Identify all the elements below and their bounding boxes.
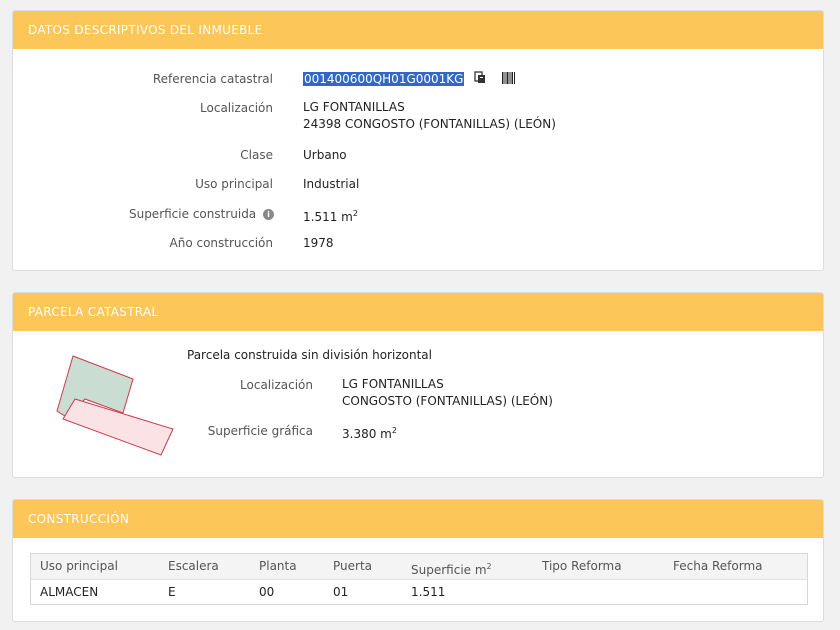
parcela-field-localizacion: Localización LG FONTANILLAS CONGOSTO (FO… [13, 376, 823, 412]
label-superficie-wrap: Superficie construida i [129, 205, 274, 223]
localizacion-line2: 24398 CONGOSTO (FONTANILLAS) (LEÓN) [303, 117, 556, 131]
label-anio: Año construcción [169, 236, 274, 250]
value-anio: 1978 [303, 236, 334, 250]
parcela-description: Parcela construida sin división horizont… [187, 348, 432, 362]
copy-icon[interactable] [474, 70, 486, 89]
barcode-icon[interactable] [502, 71, 516, 89]
panel-header-parcela: PARCELA CATASTRAL [13, 293, 823, 331]
col-puerta: Puerta [333, 559, 373, 573]
table-header: Uso principal Escalera Planta Puerta Sup… [31, 554, 807, 580]
field-localizacion: Localización LG FONTANILLAS 24398 CONGOS… [13, 99, 823, 135]
label-referencia: Referencia catastral [152, 72, 273, 86]
col-escalera: Escalera [168, 559, 219, 573]
parcela-field-superficie: Superficie gráfica 3.380 m2 [13, 422, 823, 443]
field-anio: Año construcción 1978 [13, 234, 823, 252]
field-referencia: Referencia catastral 001400600QH01G0001K… [13, 70, 823, 88]
value-superficie-wrap: 1.511 m2 [303, 205, 358, 226]
col-superficie-sup: 2 [486, 562, 492, 571]
info-icon[interactable]: i [263, 209, 274, 220]
cell-escalera: E [168, 585, 176, 599]
parcela-localizacion-line2: CONGOSTO (FONTANILLAS) (LEÓN) [342, 394, 553, 408]
value-clase: Urbano [303, 148, 347, 162]
col-superficie: Superficie m [411, 563, 487, 577]
field-uso: Uso principal Industrial [13, 175, 823, 193]
parcela-value-superficie: 3.380 m [342, 427, 392, 441]
col-fecha-reforma: Fecha Reforma [673, 559, 763, 573]
parcela-superficie-sup: 2 [391, 426, 397, 435]
value-superficie: 1.511 m [303, 210, 353, 224]
panel-datos-inmueble: DATOS DESCRIPTIVOS DEL INMUEBLE Referenc… [12, 10, 824, 271]
cell-puerta: 01 [333, 585, 349, 599]
value-localizacion: LG FONTANILLAS 24398 CONGOSTO (FONTANILL… [303, 99, 556, 133]
localizacion-line1: LG FONTANILLAS [303, 100, 405, 114]
parcela-value-superficie-wrap: 3.380 m2 [342, 422, 397, 443]
panel-header-inmueble: DATOS DESCRIPTIVOS DEL INMUEBLE [13, 11, 823, 49]
col-tipo-reforma: Tipo Reforma [542, 559, 622, 573]
label-localizacion: Localización [200, 101, 273, 115]
cell-superficie: 1.511 [411, 585, 446, 599]
label-superficie: Superficie construida [128, 207, 257, 221]
construccion-table: Uso principal Escalera Planta Puerta Sup… [30, 553, 808, 605]
panel-construccion: CONSTRUCCIÓN Uso principal Escalera Plan… [12, 499, 824, 622]
label-uso: Uso principal [195, 177, 273, 191]
panel-parcela-catastral: PARCELA CATASTRAL Parcela construida sin… [12, 292, 824, 478]
panel-header-construccion: CONSTRUCCIÓN [13, 500, 823, 538]
parcela-value-localizacion: LG FONTANILLAS CONGOSTO (FONTANILLAS) (L… [342, 376, 553, 410]
col-superficie-wrap: Superficie m2 [411, 554, 492, 583]
col-uso-principal: Uso principal [40, 559, 118, 573]
label-clase: Clase [240, 148, 273, 162]
referencia-catastral-value[interactable]: 001400600QH01G0001KG [303, 72, 465, 86]
field-clase: Clase Urbano [13, 146, 823, 164]
parcela-localizacion-line1: LG FONTANILLAS [342, 377, 444, 391]
parcela-label-localizacion: Localización [240, 378, 313, 392]
value-uso: Industrial [303, 177, 360, 191]
parcela-label-superficie: Superficie gráfica [207, 424, 313, 438]
col-planta: Planta [259, 559, 297, 573]
cell-planta: 00 [259, 585, 275, 599]
field-superficie: Superficie construida i 1.511 m2 [13, 205, 823, 226]
cell-uso: ALMACEN [40, 585, 99, 599]
table-row: ALMACEN E 00 01 1.511 [31, 580, 807, 605]
superficie-sup: 2 [352, 209, 358, 218]
value-referencia-wrap: 001400600QH01G0001KG [303, 70, 516, 89]
